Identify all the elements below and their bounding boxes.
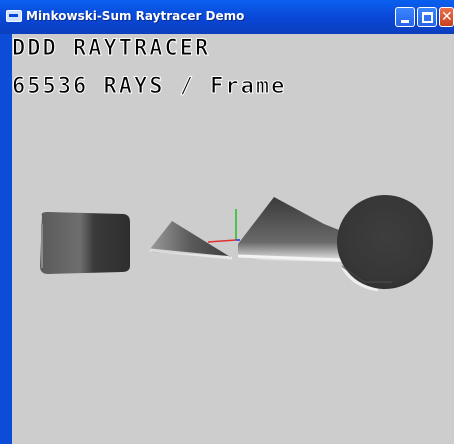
window-title: Minkowski-Sum Raytracer Demo — [26, 9, 245, 23]
maximize-button[interactable] — [417, 7, 437, 27]
axis-gizmo — [207, 209, 240, 243]
rounded-box-shape — [40, 212, 130, 274]
title-bar[interactable]: Minkowski-Sum Raytracer Demo ✕ — [0, 0, 454, 34]
maximize-icon — [422, 12, 433, 23]
close-icon: ✕ — [441, 9, 453, 25]
window-app-icon[interactable] — [6, 10, 22, 22]
minimize-button[interactable] — [395, 7, 415, 27]
minimize-icon — [401, 20, 409, 23]
hud-rays-per-frame: 65536 RAYS / Frame — [12, 74, 287, 100]
hud-title: DDD RAYTRACER — [12, 36, 211, 62]
minkowski-sum-shape — [237, 195, 433, 292]
close-button[interactable]: ✕ — [439, 7, 454, 27]
render-viewport[interactable]: DDD RAYTRACER 65536 RAYS / Frame — [12, 34, 454, 444]
app-window: Minkowski-Sum Raytracer Demo ✕ DDD RAYTR… — [0, 0, 454, 444]
